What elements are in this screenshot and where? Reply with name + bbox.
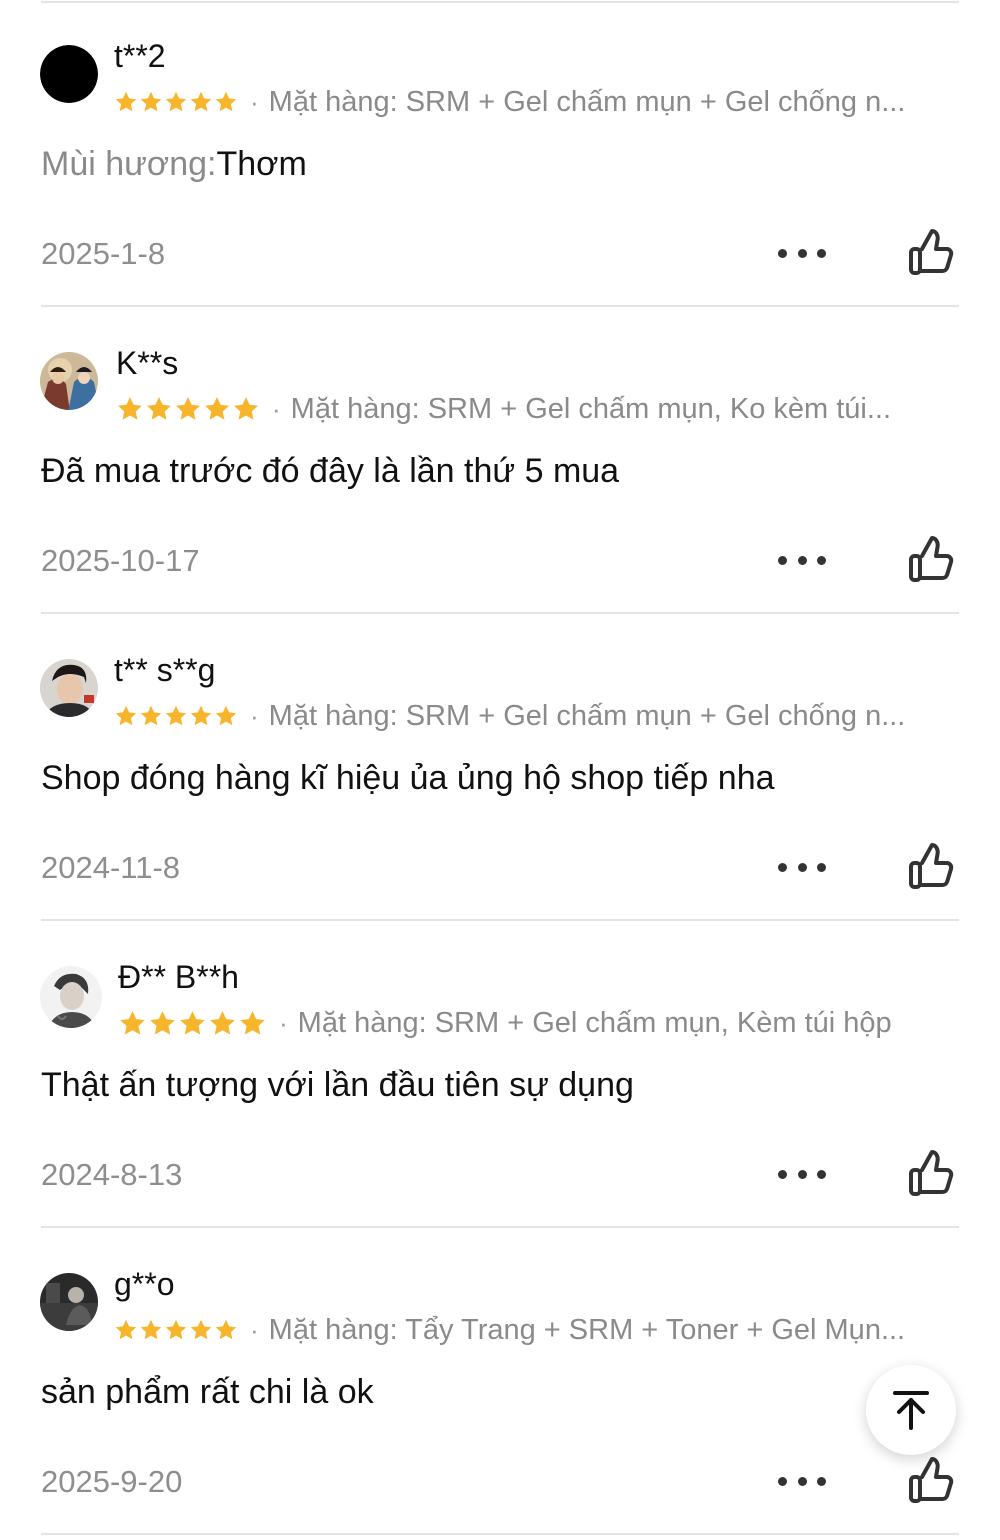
star-icon bbox=[232, 395, 260, 423]
rating-row: · Mặt hàng: SRM + Gel chấm mụn, Ko kèm t… bbox=[116, 389, 936, 429]
more-options-button[interactable] bbox=[778, 1466, 826, 1496]
star-icon bbox=[145, 395, 173, 423]
more-options-button[interactable] bbox=[778, 1159, 826, 1189]
star-icon bbox=[178, 1009, 207, 1038]
star-icon bbox=[238, 1009, 267, 1038]
variant-info: Mặt hàng: SRM + Gel chấm mụn + Gel chống… bbox=[268, 85, 906, 118]
review-date: 2025-1-8 bbox=[41, 236, 166, 271]
star-icon bbox=[148, 1009, 177, 1038]
thumbs-up-icon bbox=[909, 1150, 954, 1196]
star-icon bbox=[174, 395, 202, 423]
star-icon bbox=[164, 90, 188, 114]
star-icon bbox=[139, 704, 163, 728]
star-icon bbox=[139, 90, 163, 114]
reviewer-name: t**2 bbox=[114, 38, 166, 74]
rating-row: · Mặt hàng: SRM + Gel chấm mụn, Kèm túi … bbox=[118, 1003, 948, 1043]
star-icon bbox=[118, 1009, 147, 1038]
review-list: t**2 · Mặt hàng: SRM + Gel chấm mụn + Ge… bbox=[0, 0, 1000, 1535]
like-button[interactable] bbox=[906, 1452, 962, 1508]
more-options-button[interactable] bbox=[778, 545, 826, 575]
star-icon bbox=[116, 395, 144, 423]
like-button[interactable] bbox=[906, 224, 962, 280]
variant-info: Mặt hàng: Tẩy Trang + SRM + Toner + Gel … bbox=[268, 1313, 906, 1346]
review-comment: Shop đóng hàng kĩ hiệu ủa ủng hộ shop ti… bbox=[41, 759, 775, 797]
reviewer-name: Đ** B**h bbox=[118, 959, 239, 995]
more-dots-icon bbox=[778, 555, 787, 565]
review-date: 2024-8-13 bbox=[41, 1157, 183, 1192]
star-icon bbox=[114, 1318, 138, 1342]
star-icon bbox=[114, 704, 138, 728]
rating-row: · Mặt hàng: SRM + Gel chấm mụn + Gel chố… bbox=[114, 82, 959, 122]
thumbs-up-icon bbox=[909, 843, 954, 889]
rating-row: · Mặt hàng: SRM + Gel chấm mụn + Gel chố… bbox=[114, 696, 959, 736]
star-icon bbox=[214, 90, 238, 114]
reviewer-name: t** s**g bbox=[114, 652, 216, 688]
divider bbox=[41, 1533, 959, 1535]
star-icon bbox=[214, 704, 238, 728]
thumbs-up-icon bbox=[909, 229, 954, 275]
separator-dot: · bbox=[279, 1007, 288, 1038]
separator-dot: · bbox=[272, 393, 281, 424]
avatar[interactable] bbox=[40, 659, 98, 717]
thumbs-up-icon bbox=[909, 1457, 954, 1503]
avatar[interactable] bbox=[40, 45, 98, 103]
review-item: t** s**g · Mặt hàng: SRM + Gel chấm mụn … bbox=[0, 614, 1000, 921]
more-options-button[interactable] bbox=[778, 852, 826, 882]
star-icon bbox=[114, 90, 138, 114]
review-date: 2025-10-17 bbox=[41, 543, 200, 578]
arrow-up-to-top-icon bbox=[893, 1391, 929, 1430]
review-comment: Đã mua trước đó đây là lần thứ 5 mua bbox=[41, 452, 620, 490]
back-to-top-button[interactable] bbox=[866, 1365, 956, 1455]
star-icon bbox=[208, 1009, 237, 1038]
star-icon bbox=[164, 704, 188, 728]
more-dots-icon bbox=[778, 1476, 787, 1486]
star-rating bbox=[114, 704, 238, 728]
variant-info: Mặt hàng: SRM + Gel chấm mụn, Kèm túi hộ… bbox=[297, 1006, 892, 1039]
star-rating bbox=[114, 1318, 238, 1342]
more-options-button[interactable] bbox=[778, 238, 826, 268]
comment-text: Thơm bbox=[216, 145, 307, 183]
rating-row: · Mặt hàng: Tẩy Trang + SRM + Toner + Ge… bbox=[114, 1310, 959, 1350]
review-item: g**o · Mặt hàng: Tẩy Trang + SRM + Toner… bbox=[0, 1228, 1000, 1535]
comment-label: Mùi hương: bbox=[41, 145, 217, 183]
star-icon bbox=[189, 1318, 213, 1342]
separator-dot: · bbox=[250, 700, 259, 731]
reviewer-name: K**s bbox=[116, 345, 179, 381]
separator-dot: · bbox=[250, 86, 259, 117]
separator-dot: · bbox=[250, 1314, 259, 1345]
review-comment: Mùi hương:Thơm bbox=[41, 142, 307, 186]
star-icon bbox=[139, 1318, 163, 1342]
star-icon bbox=[189, 90, 213, 114]
avatar[interactable] bbox=[40, 966, 102, 1028]
star-icon bbox=[164, 1318, 188, 1342]
star-rating bbox=[118, 1009, 267, 1038]
more-dots-icon bbox=[778, 248, 787, 258]
like-button[interactable] bbox=[906, 838, 962, 894]
review-date: 2024-11-8 bbox=[41, 850, 181, 885]
reviewer-name: g**o bbox=[114, 1266, 175, 1302]
review-date: 2025-9-20 bbox=[41, 1464, 183, 1499]
star-icon bbox=[214, 1318, 238, 1342]
more-dots-icon bbox=[778, 862, 787, 872]
review-comment: sản phẩm rất chi là ok bbox=[41, 1373, 374, 1411]
more-dots-icon bbox=[778, 1169, 787, 1179]
star-icon bbox=[203, 395, 231, 423]
like-button[interactable] bbox=[906, 1145, 962, 1201]
avatar[interactable] bbox=[40, 1273, 98, 1331]
like-button[interactable] bbox=[906, 531, 962, 587]
review-item: t**2 · Mặt hàng: SRM + Gel chấm mụn + Ge… bbox=[0, 0, 1000, 307]
star-icon bbox=[189, 704, 213, 728]
avatar[interactable] bbox=[40, 352, 98, 410]
star-rating bbox=[114, 90, 238, 114]
review-item: Đ** B**h · Mặt hàng: SRM + Gel chấm mụn,… bbox=[0, 921, 1000, 1228]
review-item: K**s · Mặt hàng: SRM + Gel chấm mụn, Ko … bbox=[0, 307, 1000, 614]
star-rating bbox=[116, 395, 260, 423]
thumbs-up-icon bbox=[909, 536, 954, 582]
review-comment: Thật ấn tượng với lần đầu tiên sự dụng bbox=[41, 1066, 634, 1104]
variant-info: Mặt hàng: SRM + Gel chấm mụn + Gel chống… bbox=[268, 699, 906, 732]
variant-info: Mặt hàng: SRM + Gel chấm mụn, Ko kèm túi… bbox=[290, 392, 892, 425]
